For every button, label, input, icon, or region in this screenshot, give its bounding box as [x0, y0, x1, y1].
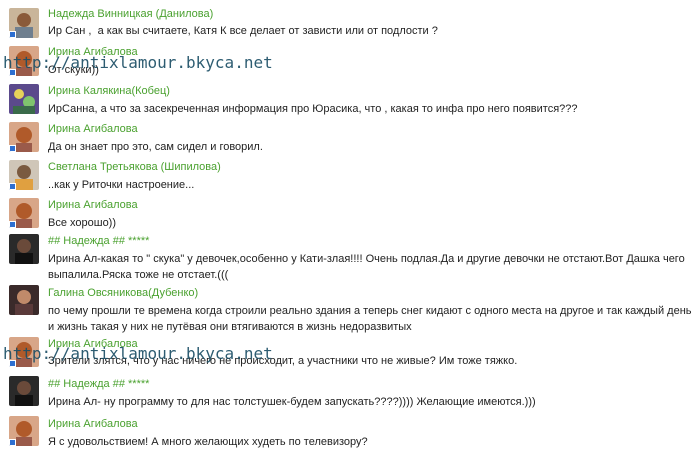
- comment-text: ..как у Риточки настроение...: [48, 179, 195, 191]
- comment-author[interactable]: ## Надежда ## *****: [48, 378, 149, 390]
- avatar[interactable]: [9, 8, 39, 38]
- comment-text: Я с удовольствием! А много желающих худе…: [48, 436, 368, 448]
- comment-author[interactable]: Галина Овсяникова(Дубенко): [48, 287, 198, 299]
- watermark-text: http://antixlamour.bkyca.net: [3, 344, 273, 363]
- comment-author[interactable]: Ирина Агибалова: [48, 123, 138, 135]
- avatar-photo: [9, 376, 39, 406]
- comment-text: ИрСанна, а что за засекреченная информац…: [48, 103, 578, 115]
- comment-author[interactable]: Надежда Винницкая (Данилова): [48, 8, 213, 20]
- status-dot: [9, 221, 16, 228]
- comment-text: по чему прошли те времена когда строили …: [48, 305, 695, 333]
- avatar[interactable]: [9, 122, 39, 152]
- comment-text: Ирина Ал-какая то " скука" у девочек,осо…: [48, 253, 688, 281]
- avatar[interactable]: [9, 198, 39, 228]
- avatar[interactable]: [9, 285, 39, 315]
- comment-author[interactable]: Светлана Третьякова (Шипилова): [48, 161, 221, 173]
- watermark-text: http://antixlamour.bkyca.net: [3, 53, 273, 72]
- comment-text: Ирина Ал- ну программу то для нас толсту…: [48, 396, 536, 408]
- comment-author[interactable]: Ирина Агибалова: [48, 199, 138, 211]
- avatar[interactable]: [9, 160, 39, 190]
- avatar-photo: [9, 234, 39, 264]
- status-dot: [9, 439, 16, 446]
- comment-text: Все хорошо)): [48, 217, 117, 229]
- status-dot: [9, 145, 16, 152]
- avatar[interactable]: [9, 234, 39, 264]
- comment-text: Ир Сан , а как вы считаете, Катя К все д…: [48, 25, 438, 37]
- comment-author[interactable]: Ирина Агибалова: [48, 418, 138, 430]
- avatar[interactable]: [9, 84, 39, 114]
- avatar[interactable]: [9, 376, 39, 406]
- comment-author[interactable]: ## Надежда ## *****: [48, 235, 149, 247]
- avatar-photo: [9, 285, 39, 315]
- avatar-photo: [9, 84, 39, 114]
- status-dot: [9, 183, 16, 190]
- comment-author[interactable]: Ирина Калякина(Кобец): [48, 85, 170, 97]
- avatar[interactable]: [9, 416, 39, 446]
- status-dot: [9, 31, 16, 38]
- comment-text: Да он знает про это, сам сидел и говорил…: [48, 141, 263, 153]
